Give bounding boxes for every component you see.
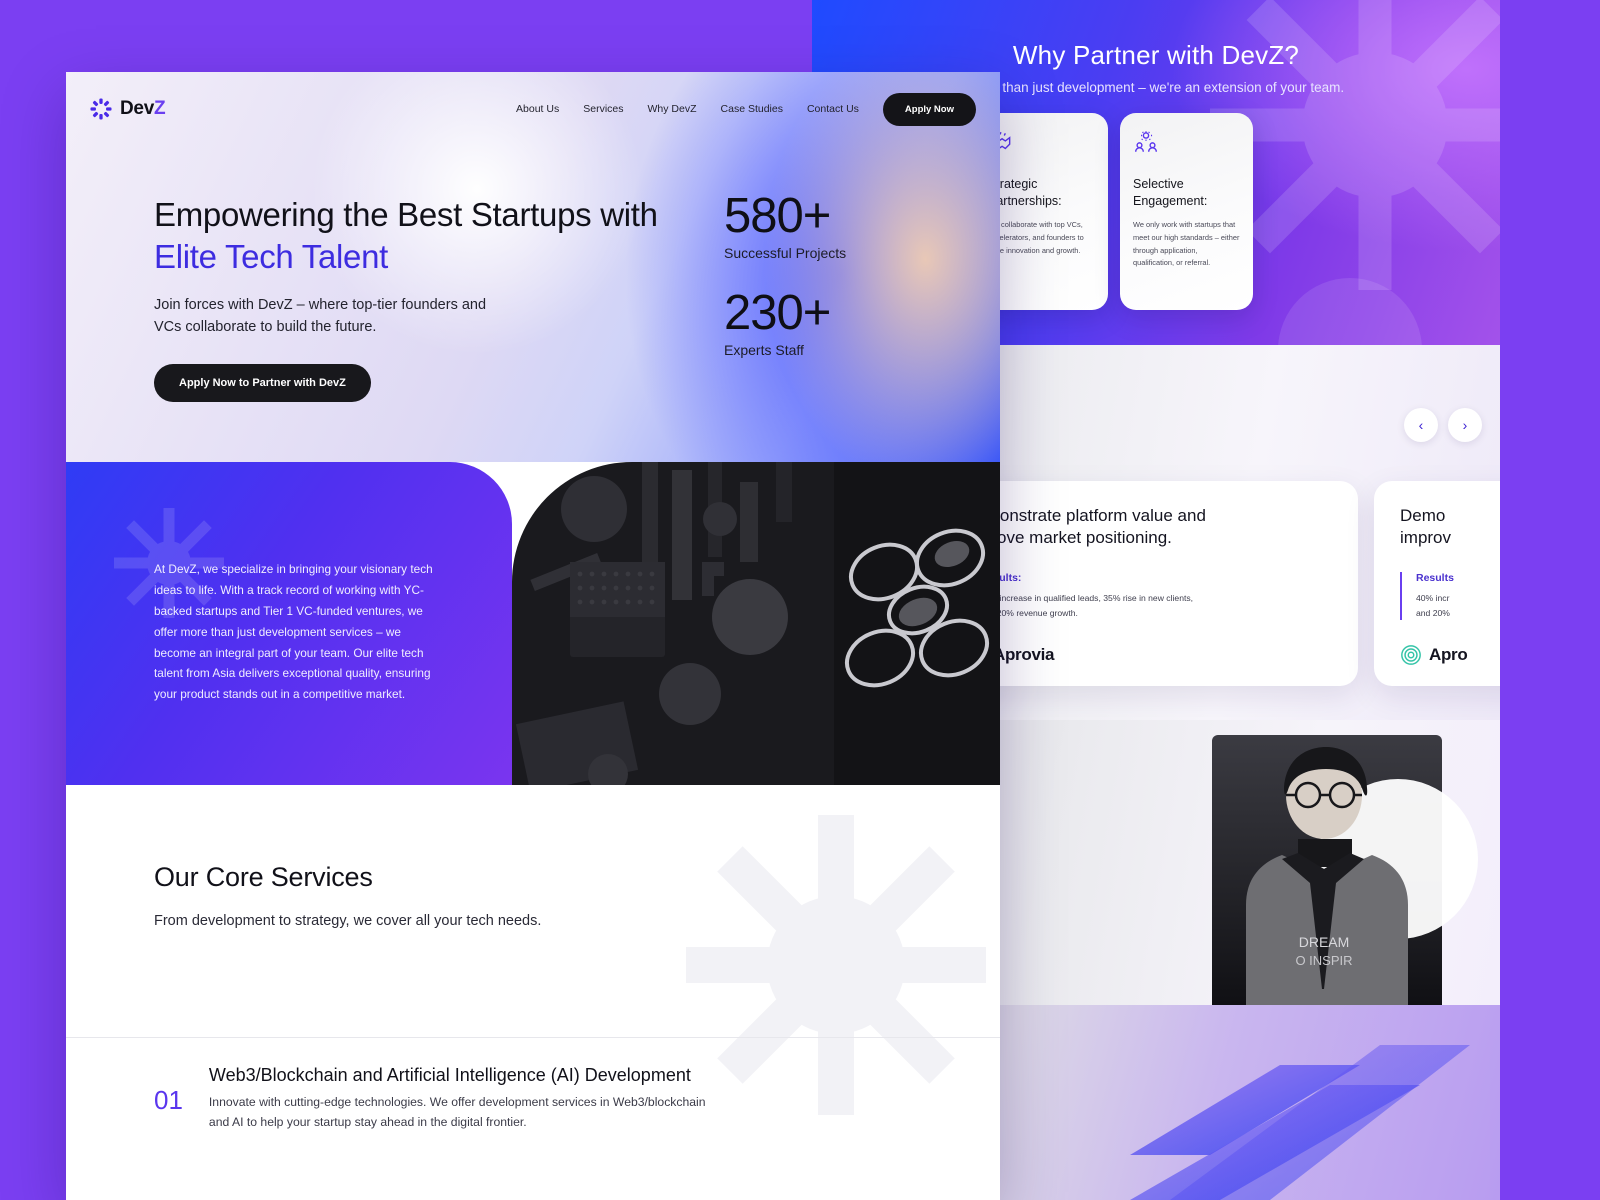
case-study-results: Results: 40% increase in qualified leads… — [964, 571, 1332, 621]
left-panel: DevZ About Us Services Why DevZ Case Stu… — [66, 72, 1000, 1200]
hero-cta-button[interactable]: Apply Now to Partner with DevZ — [154, 364, 371, 402]
case-study-card-2[interactable]: Demonstrate platform value and improve m… — [938, 481, 1358, 686]
apply-now-button[interactable]: Apply Now — [882, 92, 976, 126]
hero-section: DevZ About Us Services Why DevZ Case Stu… — [66, 72, 1000, 462]
nav-link-about-us[interactable]: About Us — [516, 103, 559, 115]
hero-heading: Empowering the Best Startups with Elite … — [154, 194, 658, 278]
core-services-section: Our Core Services From development to st… — [66, 785, 1000, 1200]
service-description: Innovate with cutting-edge technologies.… — [208, 1095, 706, 1129]
case-study-results-label: Results: — [980, 571, 1022, 584]
stat-label-projects: Successful Projects — [724, 244, 847, 261]
case-study-title: Demonstrate platform value and improve m… — [964, 506, 1206, 548]
carousel-nav: ‹ › — [1404, 408, 1482, 442]
hero-stats: 580+ Successful Projects 230+ Experts St… — [724, 190, 846, 358]
service-item-01[interactable]: 01 Web3/Blockchain and Artificial Intell… — [154, 1065, 729, 1132]
hero-subtext: Join forces with DevZ – where top-tier f… — [154, 297, 487, 336]
starburst-icon — [90, 98, 112, 120]
why-card-body: We collaborate with top VCs, accelerator… — [988, 220, 1084, 255]
case-study-card-3[interactable]: Demo improv Results 40% incr and 20% Apr… — [1374, 481, 1500, 686]
case-study-results-label: Results — [1416, 571, 1454, 584]
nav-link-services[interactable]: Services — [583, 103, 623, 115]
stat-label-experts: Experts Staff — [724, 341, 804, 358]
chevron-left-icon: ‹ — [1418, 417, 1424, 433]
services-divider — [66, 1037, 1000, 1038]
logo-accent-letter: Z — [153, 98, 166, 119]
abstract-3d-render-1 — [512, 462, 834, 785]
carousel-next-button[interactable]: › — [1448, 408, 1482, 442]
about-paragraph: At DevZ, we specialize in bringing your … — [154, 562, 433, 702]
top-navigation: DevZ About Us Services Why DevZ Case Stu… — [66, 72, 1000, 146]
case-study-brand: Apro — [1400, 644, 1468, 666]
nav-link-contact-us[interactable]: Contact Us — [807, 103, 859, 115]
about-block: At DevZ, we specialize in bringing your … — [66, 462, 512, 785]
gallery-image-2 — [834, 462, 1000, 785]
service-number: 01 — [154, 1085, 183, 1115]
testimonial-photo: DREAM O INSPIR — [1212, 735, 1478, 1005]
why-card-selective-engagement[interactable]: Selective Engagement: We only work with … — [1120, 113, 1253, 310]
stat-value-experts: 230+ — [724, 285, 831, 340]
burst-watermark-icon — [686, 815, 986, 1115]
case-study-brand-name: Aprovia — [993, 645, 1055, 664]
case-study-results-text: 40% increase in qualified leads, 35% ris… — [980, 592, 1194, 618]
nav-link-case-studies[interactable]: Case Studies — [721, 103, 783, 115]
hero-heading-line2: Elite Tech Talent — [154, 237, 389, 275]
svg-text:DREAM: DREAM — [1299, 934, 1350, 950]
services-subheading: From development to strategy, we cover a… — [154, 913, 542, 929]
why-card-title: Selective Engagement: — [1133, 177, 1208, 208]
why-card-title: Strategic Partnerships: — [988, 177, 1062, 208]
why-card-body: We only work with startups that meet our… — [1133, 220, 1240, 268]
fingerprint-icon — [1401, 645, 1421, 665]
case-study-title: Demo improv — [1400, 506, 1452, 548]
chevron-right-icon: › — [1462, 417, 1468, 433]
case-study-results: Results 40% incr and 20% — [1400, 571, 1500, 621]
stat-value-projects: 580+ — [724, 189, 831, 243]
service-title: Web3/Blockchain and Artificial Intellige… — [208, 1065, 691, 1085]
case-study-results-text: 40% incr and 20% — [1416, 592, 1450, 618]
svg-text:O INSPIR: O INSPIR — [1295, 953, 1352, 968]
logo-text: DevZ — [120, 98, 166, 119]
carousel-prev-button[interactable]: ‹ — [1404, 408, 1438, 442]
services-heading: Our Core Services — [154, 862, 373, 892]
about-and-gallery-row: At DevZ, we specialize in bringing your … — [66, 462, 1000, 785]
burst-decoration-2-icon — [1278, 278, 1422, 345]
team-gear-icon — [1135, 131, 1157, 152]
person-portrait: DREAM O INSPIR — [1246, 747, 1408, 1005]
case-study-brand-name: Apro — [1429, 645, 1468, 664]
hero-heading-line1: Empowering the Best Startups with — [154, 196, 658, 233]
stairs-decoration — [1130, 1045, 1470, 1200]
logo[interactable]: DevZ — [90, 98, 166, 120]
abstract-3d-render-2 — [834, 462, 1000, 785]
why-partner-title: Why Partner with DevZ? — [1012, 40, 1300, 70]
nav-link-why-devz[interactable]: Why DevZ — [648, 103, 697, 115]
nav-links: About Us Services Why DevZ Case Studies … — [516, 92, 976, 126]
gallery-image-1 — [512, 462, 834, 785]
